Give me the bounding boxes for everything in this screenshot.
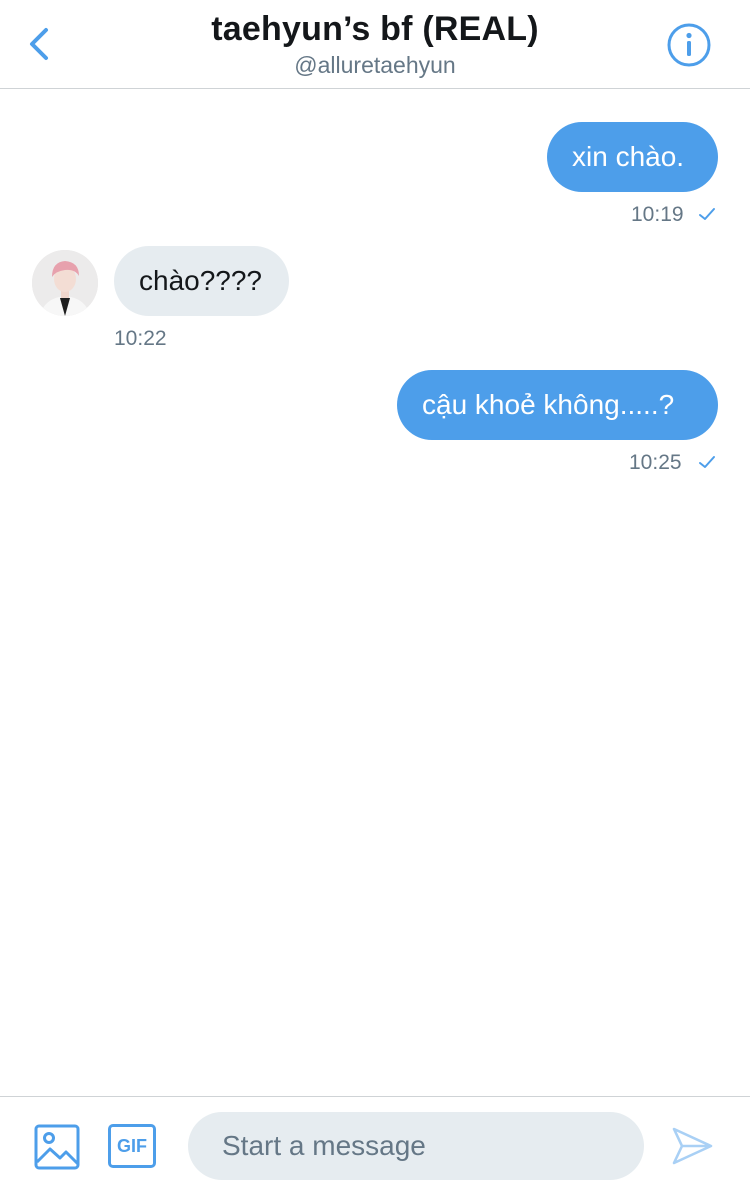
- message-bubble-incoming[interactable]: chào????: [114, 246, 289, 316]
- check-icon: [699, 208, 715, 220]
- info-icon: [667, 23, 711, 67]
- avatar[interactable]: [32, 250, 98, 316]
- send-icon: [672, 1127, 713, 1165]
- add-photo-button[interactable]: [34, 1124, 80, 1170]
- send-button[interactable]: [670, 1124, 714, 1168]
- message-timestamp: 10:22: [114, 327, 167, 350]
- conversation-header: taehyun’s bf (REAL) @alluretaehyun: [0, 0, 750, 89]
- conversation-title[interactable]: taehyun’s bf (REAL): [0, 10, 750, 49]
- message-input[interactable]: [188, 1112, 644, 1180]
- image-icon: [34, 1124, 80, 1170]
- avatar-image: [32, 250, 98, 316]
- message-bubble-outgoing[interactable]: xin chào.: [547, 122, 718, 192]
- message-bubble-outgoing[interactable]: cậu khoẻ không.....?: [397, 370, 718, 440]
- check-icon: [699, 456, 715, 468]
- message-timestamp: 10:19: [631, 203, 684, 226]
- info-button[interactable]: [666, 22, 712, 68]
- message-timestamp: 10:25: [629, 451, 682, 474]
- conversation-handle[interactable]: @alluretaehyun: [0, 52, 750, 79]
- gif-button[interactable]: GIF: [108, 1124, 156, 1168]
